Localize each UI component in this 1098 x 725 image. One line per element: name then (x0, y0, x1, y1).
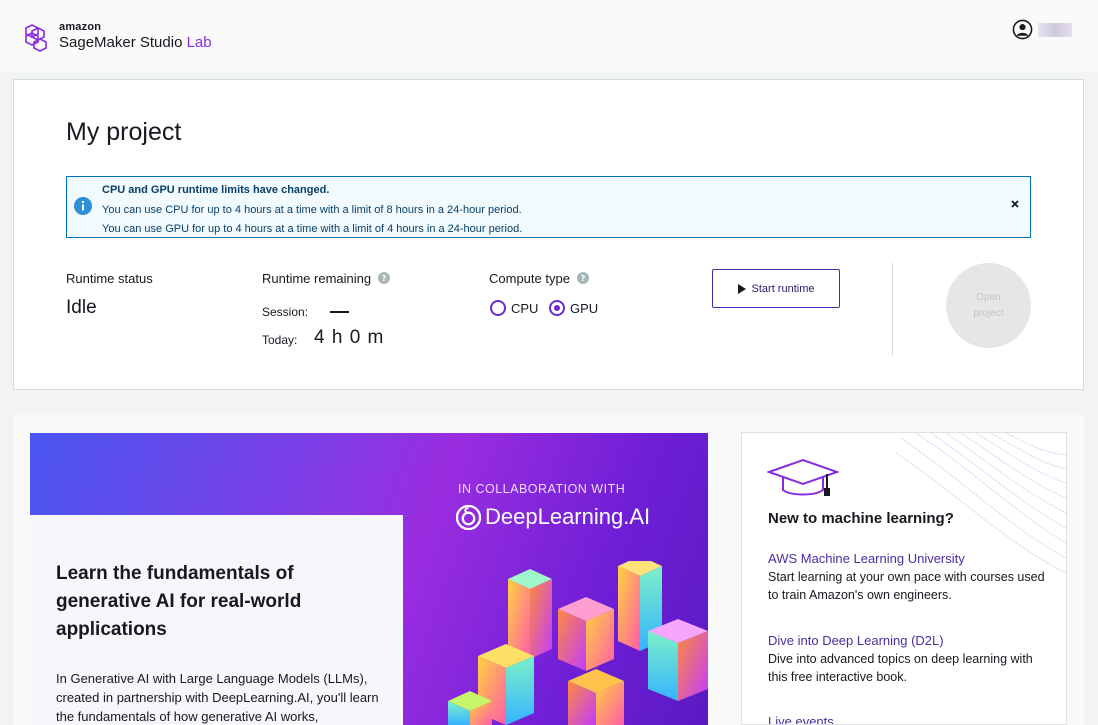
start-runtime-label: Start runtime (751, 282, 815, 295)
close-icon[interactable] (1009, 198, 1021, 210)
start-runtime-button[interactable]: Start runtime (712, 269, 840, 308)
open-project-label-1: Open (976, 292, 1001, 303)
open-project-label-2: project (973, 308, 1004, 319)
brand-accent: Lab (186, 34, 212, 51)
ml-card-title: New to machine learning? (768, 510, 954, 527)
deeplearning-ai-icon (456, 504, 481, 530)
banner-text-panel: Learn the fundamentals of generative AI … (30, 515, 403, 725)
collab-text: IN COLLABORATION WITH (458, 482, 626, 496)
brand-main: SageMaker Studio (59, 34, 183, 51)
link-live-events[interactable]: Live events (768, 714, 834, 724)
alert-title: CPU and GPU runtime limits have changed. (102, 184, 330, 196)
help-icon[interactable]: ? (377, 272, 390, 284)
svg-text:?: ? (381, 274, 386, 283)
runtime-remaining-label: Runtime remaining (262, 271, 372, 286)
runtime-status-value: Idle (66, 297, 97, 318)
user-avatar-icon (1012, 19, 1033, 40)
alert-line-cpu: You can use CPU for up to 4 hours at a t… (102, 203, 522, 216)
project-card: My project CPU and GPU runtime limits ha… (13, 79, 1084, 390)
user-menu[interactable] (1012, 19, 1072, 40)
gpu-label: GPU (570, 300, 599, 316)
app-logo[interactable]: amazon SageMaker Studio Lab (20, 20, 212, 52)
link-d2l[interactable]: Dive into Deep Learning (D2L) (768, 633, 944, 648)
alert-line-gpu: You can use GPU for up to 4 hours at a t… (102, 223, 523, 235)
play-icon (737, 283, 746, 294)
banner-body: In Generative AI with Large Language Mod… (56, 671, 379, 724)
today-label: Today: (262, 333, 298, 347)
runtime-status-label: Runtime status (66, 271, 153, 286)
compute-type-label: Compute type (489, 271, 570, 286)
new-to-ml-card: New to machine learning? AWS Machine Lea… (741, 432, 1067, 725)
graduation-cap-icon (767, 458, 839, 496)
banner-heading: Learn the fundamentals of generative AI … (56, 563, 302, 640)
page-title: My project (66, 118, 182, 146)
studio-lab-logo-icon (25, 24, 47, 52)
svg-text:?: ? (580, 274, 585, 283)
runtime-limits-alert: CPU and GPU runtime limits have changed.… (66, 176, 1031, 238)
brand-small: amazon (59, 21, 102, 33)
session-label: Session: (262, 305, 309, 319)
today-value: 4 h 0 m (314, 327, 385, 348)
user-name-redacted (1038, 22, 1072, 37)
compute-option-cpu[interactable]: CPU (490, 300, 538, 316)
info-icon (74, 197, 92, 215)
ml-university-desc: Start learning at your own pace with cou… (768, 570, 1045, 602)
link-aws-ml-university[interactable]: AWS Machine Learning University (768, 551, 965, 566)
compute-option-gpu[interactable]: GPU (549, 300, 598, 316)
gpu-radio[interactable] (549, 300, 565, 316)
cpu-label: CPU (511, 300, 539, 316)
cpu-radio[interactable] (490, 300, 506, 316)
genai-course-banner[interactable]: IN COLLABORATION WITH DeepLearning.AI Le… (30, 433, 708, 725)
deeplearning-ai-logo: DeepLearning.AI (456, 504, 650, 530)
d2l-desc: Dive into advanced topics on deep learni… (768, 652, 1033, 684)
top-header: amazon SageMaker Studio Lab (0, 0, 1098, 72)
runtime-remaining-heading: Runtime remaining ? (262, 271, 390, 286)
abstract-cubes-illustration (448, 561, 708, 725)
partner-name: DeepLearning.AI (485, 504, 651, 529)
session-value-empty (330, 311, 349, 313)
vertical-divider (892, 263, 893, 356)
compute-type-heading: Compute type ? (489, 271, 589, 286)
help-icon[interactable]: ? (576, 272, 589, 284)
open-project-button[interactable]: Open project (946, 263, 1031, 348)
